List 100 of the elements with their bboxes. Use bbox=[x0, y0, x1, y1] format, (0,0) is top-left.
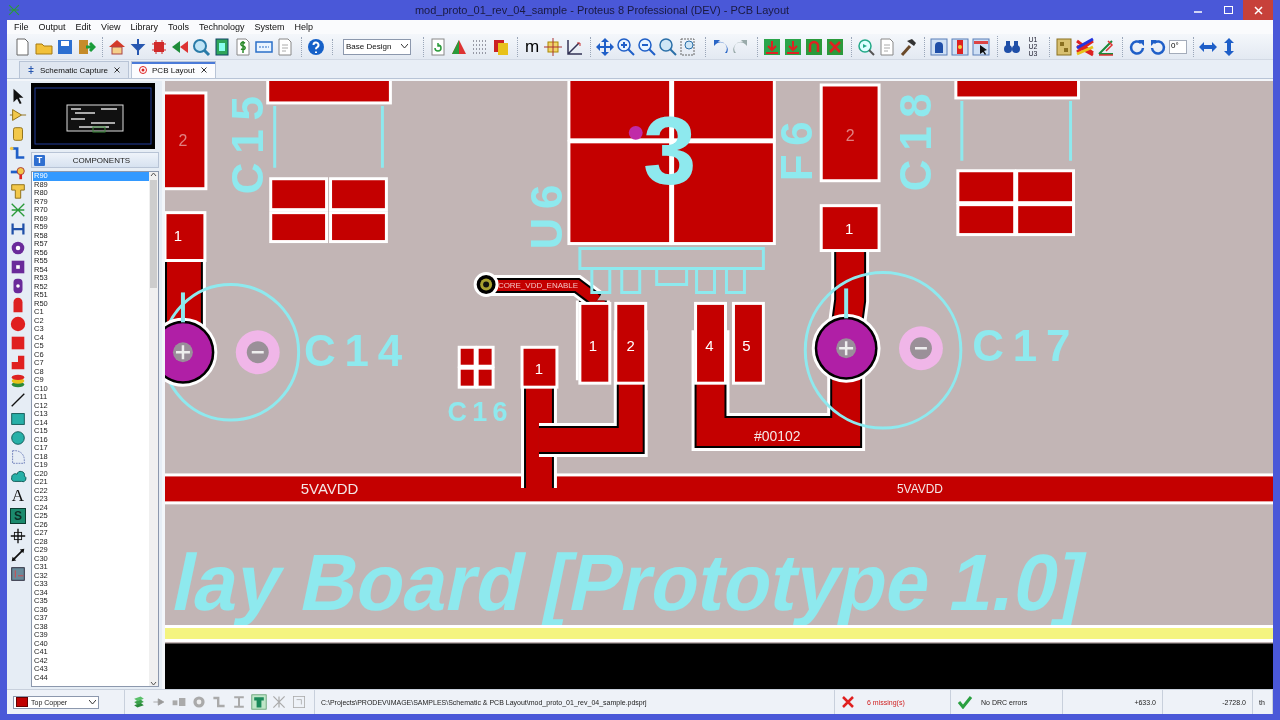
copper-pad bbox=[475, 366, 495, 389]
designator-label: U6 bbox=[522, 175, 572, 250]
copper-pad bbox=[819, 204, 881, 253]
arch-icon[interactable] bbox=[804, 36, 824, 57]
copper-pad bbox=[269, 211, 329, 244]
zoom-fit-icon[interactable] bbox=[658, 36, 678, 57]
rotation-field[interactable]: 0° bbox=[1169, 39, 1187, 54]
delete-icon[interactable] bbox=[825, 36, 845, 57]
window-title: mod_proto_01_rev_04_sample - Proteus 8 Professional (DEV) - PCB Layout bbox=[413, 4, 791, 16]
pad-number: 2 bbox=[845, 127, 855, 145]
scroll-up-icon[interactable] bbox=[150, 172, 157, 179]
close-button[interactable] bbox=[1243, 0, 1273, 20]
copper-pad bbox=[520, 345, 559, 389]
board-icon[interactable] bbox=[1054, 36, 1074, 57]
overview-drawing[interactable] bbox=[31, 83, 155, 150]
text-tool[interactable]: A bbox=[8, 486, 28, 506]
pad-number: 5 bbox=[742, 336, 751, 354]
copper-pad bbox=[165, 211, 207, 263]
circle-pad-icon[interactable] bbox=[9, 315, 27, 334]
box-icon[interactable] bbox=[9, 565, 27, 584]
circle-icon[interactable] bbox=[9, 429, 27, 448]
stripes-icon[interactable] bbox=[1075, 36, 1095, 57]
menu-item[interactable]: Output bbox=[33, 21, 71, 32]
error-icon bbox=[841, 695, 855, 710]
symbol-tool[interactable]: S bbox=[10, 508, 26, 525]
designator-label: C18 bbox=[891, 84, 941, 192]
zoom-in-icon[interactable] bbox=[616, 36, 636, 57]
designator-label: C14 bbox=[304, 325, 411, 375]
zoom-out-icon[interactable] bbox=[637, 36, 657, 57]
panel-mode-button[interactable]: T bbox=[34, 154, 45, 166]
menu-item[interactable]: System bbox=[249, 21, 290, 32]
copper-pad bbox=[1015, 203, 1076, 237]
refresh-document-icon[interactable] bbox=[428, 36, 448, 57]
pad-number: 2 bbox=[178, 132, 188, 150]
schematic-icon[interactable] bbox=[128, 36, 148, 57]
menu-item[interactable]: Library bbox=[125, 21, 163, 32]
lock-icon[interactable] bbox=[929, 36, 949, 57]
document-tab[interactable]: PCB Layout bbox=[131, 61, 216, 79]
cursor-icon[interactable] bbox=[971, 36, 991, 57]
designator-label: C17 bbox=[972, 320, 1080, 370]
design-variant-dropdown[interactable]: Base Design bbox=[343, 38, 411, 55]
menu-item[interactable]: View bbox=[96, 21, 126, 32]
app-icon bbox=[7, 3, 21, 17]
pad-number: 4 bbox=[705, 336, 714, 354]
net-label: 5VAVDD bbox=[896, 481, 943, 496]
plus-mark bbox=[180, 292, 185, 323]
pad-number: 2 bbox=[626, 336, 635, 354]
copper-pad bbox=[269, 177, 329, 212]
scroll-thumb[interactable] bbox=[150, 180, 157, 289]
target-icon bbox=[138, 65, 149, 76]
copper-pad bbox=[457, 345, 477, 368]
polygon-icon[interactable] bbox=[9, 353, 27, 372]
menu-item[interactable]: Technology bbox=[193, 21, 250, 32]
plated-pad bbox=[165, 317, 218, 387]
copper-pad bbox=[1015, 169, 1076, 205]
close-icon bbox=[1253, 5, 1263, 15]
metric-button[interactable]: m bbox=[522, 36, 542, 57]
t-shape-icon[interactable] bbox=[251, 694, 267, 711]
help-icon[interactable] bbox=[306, 36, 326, 57]
dollar-document-icon[interactable] bbox=[233, 36, 253, 57]
designator-label: C16 bbox=[447, 397, 513, 428]
menu-item[interactable]: Tools bbox=[162, 21, 194, 32]
plus-mark bbox=[844, 288, 849, 319]
designator-label: C15 bbox=[223, 87, 273, 195]
designator-label: F6 bbox=[771, 112, 821, 182]
board-title-text: lay Board [Prototype 1.0] bbox=[165, 537, 1129, 627]
check-icon bbox=[957, 695, 973, 710]
t-shape-icon[interactable] bbox=[9, 182, 27, 201]
pad-number: 1 bbox=[588, 336, 597, 354]
pad-number: 1 bbox=[845, 220, 854, 238]
caret-icon bbox=[89, 699, 96, 705]
pad-number: 1 bbox=[173, 227, 183, 245]
copper-pad bbox=[475, 345, 495, 368]
hammer-icon[interactable] bbox=[898, 36, 918, 57]
net-label: CORE_VDD_ENABLE bbox=[497, 281, 579, 290]
document-tab[interactable]: Schematic Capture bbox=[19, 61, 130, 79]
magnifier-icon[interactable] bbox=[856, 36, 876, 57]
round-pad bbox=[235, 330, 280, 375]
pad-number: 1 bbox=[534, 359, 544, 377]
net-label: #00102 bbox=[754, 428, 801, 445]
download-icon[interactable] bbox=[762, 36, 782, 57]
copper-pad bbox=[956, 169, 1017, 205]
pan-icon[interactable] bbox=[595, 36, 615, 57]
board-icon[interactable] bbox=[212, 36, 232, 57]
schematic-icon bbox=[26, 65, 36, 76]
download-icon[interactable] bbox=[783, 36, 803, 57]
panel-title: COMPONENTS bbox=[71, 155, 132, 165]
pad-icon[interactable] bbox=[950, 36, 970, 57]
zoom-icon[interactable] bbox=[191, 36, 211, 57]
marker-icon[interactable] bbox=[9, 527, 27, 546]
scroll-down-icon[interactable] bbox=[150, 680, 157, 687]
scrollbar[interactable] bbox=[149, 172, 158, 687]
copper-pad bbox=[956, 203, 1017, 237]
plated-pad bbox=[811, 313, 881, 383]
maximize-icon bbox=[1223, 6, 1233, 14]
menu-item[interactable]: Help bbox=[289, 21, 319, 32]
menu-item[interactable]: File bbox=[9, 21, 34, 32]
menu-item[interactable]: Edit bbox=[70, 21, 97, 32]
copper-pad bbox=[329, 211, 388, 244]
net-label: 5VAVDD bbox=[300, 480, 359, 498]
